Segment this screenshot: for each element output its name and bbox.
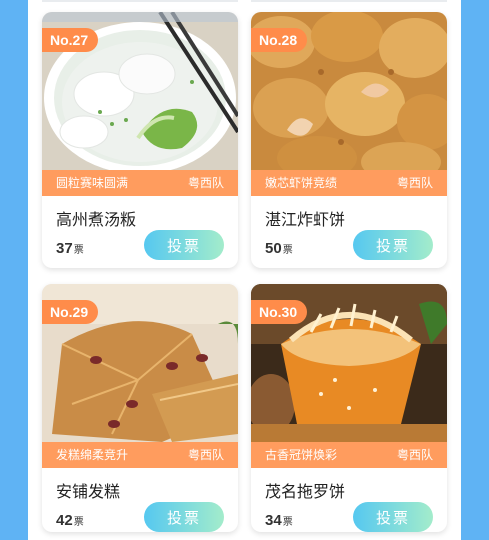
vote-count: 50票 <box>265 238 293 257</box>
slogan-text: 嫩芯虾饼竞绩 <box>265 176 338 190</box>
team-label: 粤西队 <box>187 448 224 462</box>
dish-name: 安铺发糕 <box>56 482 121 501</box>
slogan-text: 发糕绵柔竞升 <box>56 448 129 462</box>
previous-card-edge <box>42 0 238 2</box>
vote-count: 42票 <box>56 510 84 529</box>
slogan-text: 圆粒赛味圆满 <box>56 176 129 190</box>
vote-unit: 票 <box>282 245 293 256</box>
vote-button[interactable]: 投票 <box>144 230 224 260</box>
candidate-card[interactable]: No.28 嫩芯虾饼竞绩 粤西队 湛江炸虾饼 50票 投票 <box>251 12 447 268</box>
candidate-card[interactable]: No.30 古香冠饼焕彩 粤西队 茂名拖罗饼 34票 投票 <box>251 284 447 532</box>
team-label: 粤西队 <box>187 176 224 190</box>
slogan-strip: 发糕绵柔竞升 粤西队 <box>42 442 238 468</box>
candidate-card[interactable]: No.29 发糕绵柔竞升 粤西队 安铺发糕 42票 投票 <box>42 284 238 532</box>
dish-name: 湛江炸虾饼 <box>265 210 346 229</box>
candidate-card[interactable]: No.27 圆粒赛味圆满 粤西队 高州煮汤粄 37票 投票 <box>42 12 238 268</box>
vote-count: 37票 <box>56 238 84 257</box>
previous-card-edge <box>251 0 447 2</box>
vote-count-number: 50 <box>265 240 282 257</box>
vote-button[interactable]: 投票 <box>353 502 433 532</box>
vote-count-number: 42 <box>56 512 73 529</box>
candidate-number-badge: No.27 <box>42 28 99 52</box>
slogan-strip: 圆粒赛味圆满 粤西队 <box>42 170 238 196</box>
candidate-number-badge: No.30 <box>251 300 308 324</box>
vote-count: 34票 <box>265 510 293 529</box>
team-label: 粤西队 <box>396 176 433 190</box>
slogan-text: 古香冠饼焕彩 <box>265 448 338 462</box>
vote-unit: 票 <box>73 517 84 528</box>
vote-unit: 票 <box>73 245 84 256</box>
vote-unit: 票 <box>282 517 293 528</box>
slogan-strip: 嫩芯虾饼竞绩 粤西队 <box>251 170 447 196</box>
dish-name: 茂名拖罗饼 <box>265 482 346 501</box>
slogan-strip: 古香冠饼焕彩 粤西队 <box>251 442 447 468</box>
vote-count-number: 37 <box>56 240 73 257</box>
candidate-number-badge: No.29 <box>42 300 99 324</box>
vote-button[interactable]: 投票 <box>353 230 433 260</box>
team-label: 粤西队 <box>396 448 433 462</box>
candidate-number-badge: No.28 <box>251 28 308 52</box>
vote-button[interactable]: 投票 <box>144 502 224 532</box>
vote-count-number: 34 <box>265 512 282 529</box>
dish-name: 高州煮汤粄 <box>56 210 137 229</box>
